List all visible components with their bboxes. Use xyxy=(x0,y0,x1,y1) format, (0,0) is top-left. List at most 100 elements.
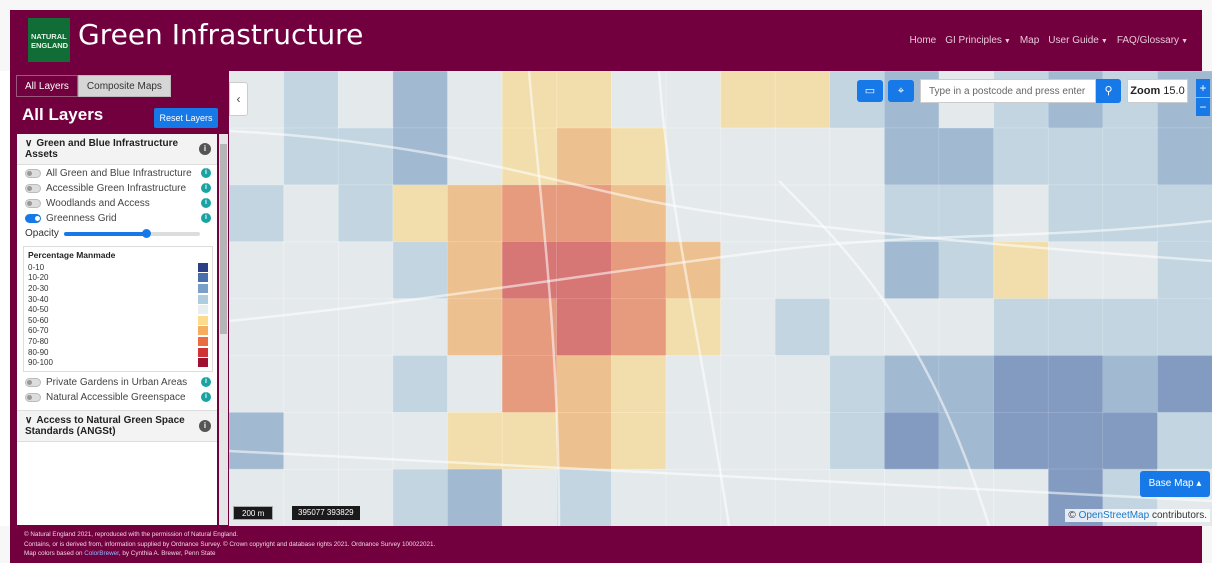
legend-row: 30-40 xyxy=(28,294,208,305)
crosshair-icon: ⌖ xyxy=(897,85,905,97)
nav-home[interactable]: Home xyxy=(910,35,937,46)
grid-cell xyxy=(283,355,339,414)
tab-all-layers[interactable]: All Layers xyxy=(16,75,78,97)
grid-cell xyxy=(774,127,831,186)
grid-cell xyxy=(229,184,285,243)
layer-toggle[interactable] xyxy=(25,199,41,208)
nav-faq-glossary[interactable]: FAQ/Glossary ▼ xyxy=(1117,35,1188,46)
info-icon[interactable]: i xyxy=(201,376,211,387)
grid-cell xyxy=(610,127,667,186)
zoom-in-button[interactable]: + xyxy=(1196,79,1210,97)
layer-toggle-on[interactable] xyxy=(25,214,41,223)
base-map-button[interactable]: Base Map ▴ xyxy=(1140,471,1210,497)
grid-cell xyxy=(993,355,1049,414)
grid-cell xyxy=(501,298,558,357)
layer-list[interactable]: ∨ Green and Blue Infrastructure Assets i … xyxy=(17,134,217,525)
legend-title: Percentage Manmade xyxy=(28,250,116,260)
layer-toggle[interactable] xyxy=(25,169,41,178)
grid-cell xyxy=(337,184,394,243)
footer-line-1: © Natural England 2021, reproduced with … xyxy=(24,531,238,538)
opacity-slider[interactable] xyxy=(63,228,200,238)
opacity-slider-handle[interactable] xyxy=(141,228,151,238)
layer-row: Accessible Green Infrastructure i xyxy=(17,180,217,195)
layer-toggle[interactable] xyxy=(25,392,41,402)
layer-row: Private Gardens in Urban Areas i xyxy=(17,374,217,389)
info-icon[interactable]: i xyxy=(201,213,211,223)
layer-toggle[interactable] xyxy=(25,184,41,193)
grid-cell xyxy=(1047,298,1104,357)
grid-cell xyxy=(1102,241,1159,300)
grid-cell xyxy=(447,411,503,470)
copyright-symbol: © xyxy=(1068,510,1076,521)
grid-cell xyxy=(501,411,558,470)
collapse-sidebar-button[interactable]: ‹ xyxy=(229,82,248,116)
zoom-out-button[interactable]: − xyxy=(1196,98,1210,116)
grid-cell xyxy=(774,411,831,470)
scrollbar-thumb[interactable] xyxy=(220,144,227,334)
legend-label: 30-40 xyxy=(28,294,49,304)
grid-cell xyxy=(938,184,995,243)
layer-label: All Green and Blue Infrastructure xyxy=(46,168,192,179)
nav-user-guide[interactable]: User Guide ▼ xyxy=(1048,35,1108,46)
grid-cell xyxy=(1157,241,1212,300)
colorbrewer-link[interactable]: ColorBrewer xyxy=(84,550,119,557)
postcode-search-input[interactable]: Type in a postcode and press enter xyxy=(920,79,1096,103)
grid-cell xyxy=(774,468,831,526)
nav-gi-principles[interactable]: GI Principles ▼ xyxy=(945,35,1011,46)
info-icon[interactable]: i xyxy=(201,198,211,208)
legend-row: 0-10 xyxy=(28,262,208,273)
grid-cell xyxy=(938,298,995,357)
grid-cell xyxy=(993,241,1049,300)
grid-cell xyxy=(283,411,339,470)
chevron-down-icon: ∨ xyxy=(25,138,33,149)
nav-gi-principles-label: GI Principles xyxy=(945,35,1002,46)
grid-cell xyxy=(665,468,722,526)
legend-swatch xyxy=(198,347,208,357)
grid-cell xyxy=(665,184,722,243)
grid-cell xyxy=(447,468,503,526)
map-canvas[interactable] xyxy=(229,71,1212,526)
grid-cell xyxy=(665,241,722,300)
search-button[interactable]: ⚲ xyxy=(1096,79,1121,103)
grid-cell xyxy=(993,127,1049,186)
reset-layers-button[interactable]: Reset Layers xyxy=(154,108,218,128)
footer-line-2: Contains, or is derived from, informatio… xyxy=(24,540,436,548)
openstreetmap-link[interactable]: OpenStreetMap xyxy=(1079,510,1150,521)
grid-cell xyxy=(883,411,940,470)
app-header: NATURAL ENGLAND Green Infrastructure Hom… xyxy=(0,0,1212,71)
grid-cell xyxy=(556,241,613,300)
legend-label: 60-70 xyxy=(28,326,49,336)
grid-cell xyxy=(1102,355,1159,414)
zoom-value: 15.0 xyxy=(1163,85,1185,97)
info-icon[interactable]: i xyxy=(201,183,211,193)
tab-composite-maps[interactable]: Composite Maps xyxy=(77,75,171,97)
grid-cell xyxy=(720,71,776,129)
layer-label: Natural Accessible Greenspace xyxy=(46,391,186,403)
grid-cell xyxy=(774,184,831,243)
grid-cell xyxy=(1102,184,1159,243)
grid-cell xyxy=(501,184,558,243)
layer-toggle[interactable] xyxy=(25,377,41,387)
grid-cell xyxy=(1157,127,1212,186)
grid-cell xyxy=(829,468,886,526)
natural-england-logo[interactable]: NATURAL ENGLAND xyxy=(28,18,70,62)
grid-cell xyxy=(883,127,940,186)
grid-cell xyxy=(556,411,613,470)
nav-map[interactable]: Map xyxy=(1020,35,1039,46)
info-icon[interactable]: i xyxy=(201,391,211,402)
legend-swatch xyxy=(198,358,208,368)
locate-button[interactable]: ⌖ xyxy=(888,80,914,102)
section-green-blue-assets[interactable]: ∨ Green and Blue Infrastructure Assets i xyxy=(17,134,217,165)
measure-tool-button[interactable]: ▭ xyxy=(857,80,883,102)
section-info-icon[interactable]: i xyxy=(199,419,211,432)
grid-cell xyxy=(283,298,339,357)
layer-list-scrollbar[interactable] xyxy=(219,134,228,525)
section-info-icon[interactable]: i xyxy=(199,143,211,155)
legend-row: 70-80 xyxy=(28,336,208,347)
info-icon[interactable]: i xyxy=(201,168,211,178)
footer: © Natural England 2021, reproduced with … xyxy=(0,526,1212,563)
section-title: Access to Natural Green Space Standards … xyxy=(25,414,185,437)
grid-cell xyxy=(337,71,394,129)
section-angst[interactable]: ∨ Access to Natural Green Space Standards… xyxy=(17,409,217,442)
legend-swatch xyxy=(198,283,208,293)
